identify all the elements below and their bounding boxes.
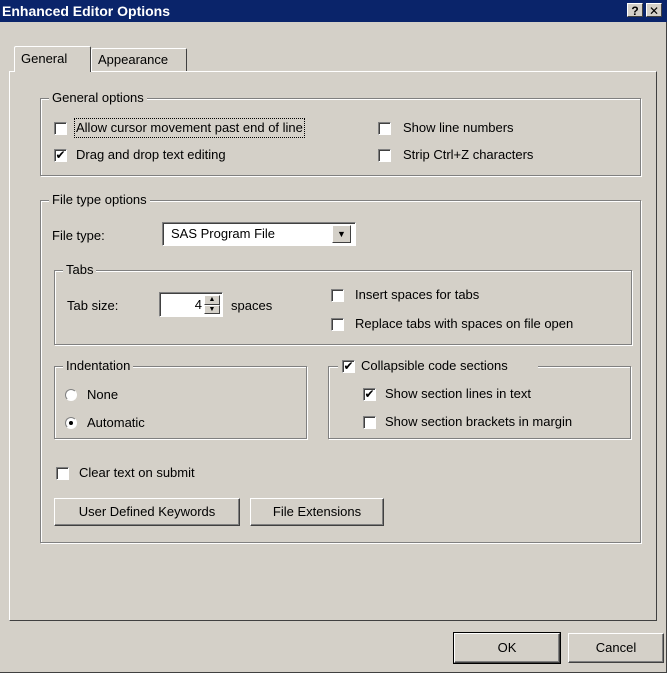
ok-label: OK xyxy=(497,640,517,655)
close-button[interactable]: ✕ xyxy=(646,3,662,18)
insert-spaces-label[interactable]: Insert spaces for tabs xyxy=(355,287,479,303)
replace-tabs-checkbox[interactable] xyxy=(331,318,344,331)
tab-general-label: General xyxy=(21,51,68,66)
strip-ctrlz-label[interactable]: Strip Ctrl+Z characters xyxy=(403,147,533,163)
ok-button[interactable]: OK xyxy=(453,632,561,664)
editor-options-window: Enhanced Editor Options ? ✕ General Appe… xyxy=(0,0,667,673)
tab-size-down-button[interactable]: ▼ xyxy=(204,305,220,314)
radio-selected-dot xyxy=(69,421,73,425)
cancel-label: Cancel xyxy=(595,640,637,655)
tab-size-value: 4 xyxy=(194,297,202,312)
file-extensions-button[interactable]: File Extensions xyxy=(250,498,384,526)
show-section-lines-label[interactable]: Show section lines in text xyxy=(385,386,531,402)
title-bar[interactable]: Enhanced Editor Options ? ✕ xyxy=(0,0,667,22)
show-section-brackets-label[interactable]: Show section brackets in margin xyxy=(385,414,572,430)
file-extensions-label: File Extensions xyxy=(272,504,362,519)
tabs-group: Tabs xyxy=(54,262,632,345)
indent-automatic-radio[interactable] xyxy=(65,417,77,429)
check-icon: ✔ xyxy=(55,148,66,162)
tab-size-up-button[interactable]: ▲ xyxy=(204,295,220,305)
tab-size-label: Tab size: xyxy=(67,298,119,313)
user-defined-keywords-button[interactable]: User Defined Keywords xyxy=(54,498,240,526)
show-line-numbers-label[interactable]: Show line numbers xyxy=(403,120,514,136)
tab-general[interactable]: General xyxy=(14,46,91,72)
file-type-value: SAS Program File xyxy=(171,226,276,241)
show-line-numbers-checkbox[interactable] xyxy=(378,122,391,135)
allow-cursor-label[interactable]: Allow cursor movement past end of line xyxy=(74,118,305,138)
indentation-legend: Indentation xyxy=(63,358,134,374)
tab-appearance-label: Appearance xyxy=(98,52,169,67)
help-icon: ? xyxy=(631,4,639,18)
user-defined-keywords-label: User Defined Keywords xyxy=(78,504,216,519)
replace-tabs-label[interactable]: Replace tabs with spaces on file open xyxy=(355,316,573,332)
strip-ctrlz-checkbox[interactable] xyxy=(378,149,391,162)
drag-drop-label[interactable]: Drag and drop text editing xyxy=(76,147,226,163)
clear-text-label[interactable]: Clear text on submit xyxy=(79,465,195,481)
collapsible-checkbox[interactable]: ✔ xyxy=(342,360,355,373)
allow-cursor-checkbox[interactable] xyxy=(54,122,67,135)
insert-spaces-checkbox[interactable] xyxy=(331,289,344,302)
tab-appearance[interactable]: Appearance xyxy=(91,48,187,72)
file-type-options-legend: File type options xyxy=(49,192,150,208)
help-button[interactable]: ? xyxy=(627,3,643,18)
general-options-group: General options xyxy=(40,90,641,176)
collapsible-label[interactable]: Collapsible code sections xyxy=(361,358,508,374)
cancel-button[interactable]: Cancel xyxy=(568,633,664,663)
chevron-down-icon: ▼ xyxy=(337,229,346,239)
file-type-dropdown-button[interactable]: ▼ xyxy=(332,225,351,243)
indent-none-label[interactable]: None xyxy=(87,387,118,403)
general-options-legend: General options xyxy=(49,90,147,106)
indent-none-radio[interactable] xyxy=(65,389,77,401)
show-section-brackets-checkbox[interactable] xyxy=(363,416,376,429)
tab-size-stepper[interactable]: 4 ▲ ▼ xyxy=(159,292,223,317)
clear-text-checkbox[interactable] xyxy=(56,467,69,480)
spin-up-icon: ▲ xyxy=(208,296,216,303)
file-type-label: File type: xyxy=(52,228,105,243)
indent-automatic-label[interactable]: Automatic xyxy=(87,415,145,431)
tabs-legend: Tabs xyxy=(63,262,97,278)
drag-drop-checkbox[interactable]: ✔ xyxy=(54,149,67,162)
check-icon: ✔ xyxy=(343,359,354,373)
spaces-label: spaces xyxy=(231,298,273,313)
check-icon: ✔ xyxy=(364,387,375,401)
file-type-select[interactable]: SAS Program File ▼ xyxy=(162,222,356,246)
spin-down-icon: ▼ xyxy=(208,306,216,313)
window-title: Enhanced Editor Options xyxy=(2,3,171,19)
show-section-lines-checkbox[interactable]: ✔ xyxy=(363,388,376,401)
close-icon: ✕ xyxy=(648,4,660,18)
